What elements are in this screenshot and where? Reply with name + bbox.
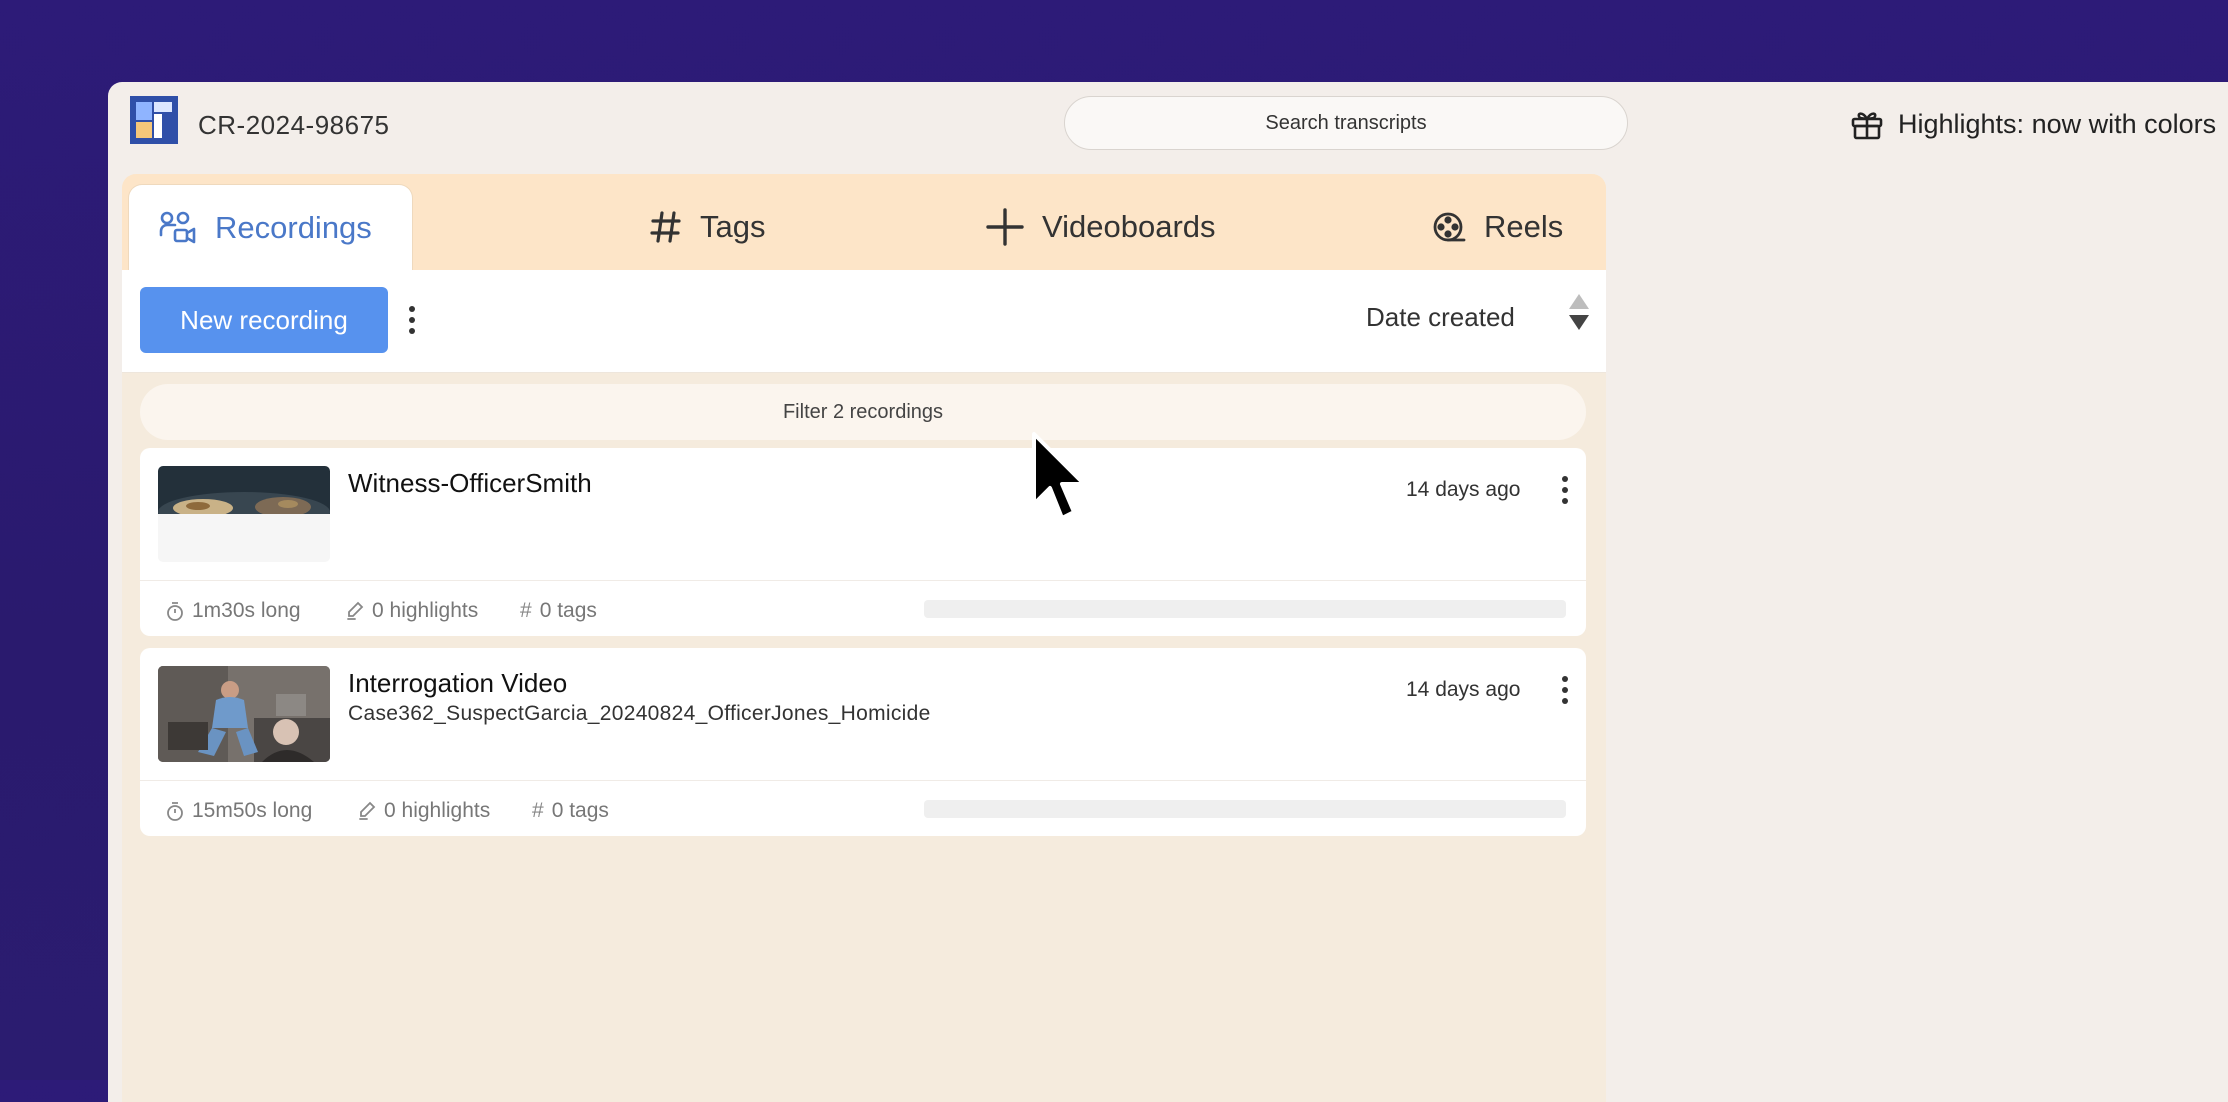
- stopwatch-icon: [167, 802, 183, 821]
- recording-subtitle: Case362_SuspectGarcia_20240824_OfficerJo…: [348, 702, 931, 725]
- project-name[interactable]: CR-2024-98675: [198, 110, 390, 141]
- tab-recordings[interactable]: Recordings: [128, 184, 413, 270]
- highlights-meta: 0 highlights: [346, 599, 478, 623]
- tab-reels[interactable]: Reels: [1432, 184, 1563, 270]
- tab-tags[interactable]: Tags: [650, 184, 765, 270]
- mouse-cursor-icon: [1032, 432, 1086, 520]
- app-logo-icon[interactable]: [130, 96, 178, 144]
- app-window: CR-2024-98675 Highlights: now with color…: [108, 82, 2228, 1102]
- hash-icon: [650, 211, 681, 243]
- film-reel-icon: [1433, 212, 1466, 242]
- recording-meta-row: 1m30s long 0 highlights # 0 tags: [140, 580, 1586, 636]
- filter-label: Filter 2 recordings: [782, 400, 944, 423]
- tab-recordings-label: Recordings: [215, 209, 372, 245]
- tab-tags-label: Tags: [700, 209, 766, 244]
- tab-videoboards-label: Videoboards: [1042, 209, 1216, 244]
- more-options-icon[interactable]: [409, 306, 415, 334]
- new-recording-button[interactable]: New recording: [140, 287, 388, 353]
- highlights-text: 0 highlights: [384, 799, 491, 822]
- tag-hash-icon: #: [520, 599, 532, 622]
- recording-date: 14 days ago: [1406, 678, 1521, 701]
- duration-text: 15m50s long: [192, 799, 313, 822]
- tags-meta: # 0 tags: [520, 599, 597, 623]
- filter-bar[interactable]: Filter 2 recordings: [140, 384, 1586, 440]
- highlights-meta: 0 highlights: [358, 799, 490, 823]
- plus-icon: [986, 208, 1024, 246]
- recording-card[interactable]: Interrogation Video Case362_SuspectGarci…: [140, 648, 1586, 836]
- recording-thumbnail[interactable]: [158, 666, 330, 762]
- tab-videoboards[interactable]: Videoboards: [986, 184, 1216, 270]
- recording-meta-row: 15m50s long 0 highlights # 0 tags: [140, 780, 1586, 836]
- recordings-panel: Recordings Tags Videoboards Reels New re…: [122, 174, 1606, 1102]
- highlighter-icon: [359, 801, 376, 820]
- recording-card[interactable]: Witness-OfficerSmith 14 days ago 1m30s l…: [140, 448, 1586, 636]
- duration-text: 1m30s long: [192, 599, 301, 622]
- duration-meta: 1m30s long: [166, 599, 301, 623]
- announcement-banner[interactable]: Highlights: now with colors: [1850, 102, 2216, 146]
- recording-title[interactable]: Witness-OfficerSmith: [348, 468, 592, 499]
- sort-arrows-icon[interactable]: [1566, 292, 1592, 332]
- recording-options-icon[interactable]: [1562, 676, 1568, 704]
- top-bar: CR-2024-98675 Highlights: now with color…: [108, 82, 2228, 170]
- highlighter-icon: [347, 601, 364, 620]
- tag-hash-icon: #: [532, 799, 544, 822]
- sort-label[interactable]: Date created: [1366, 302, 1515, 333]
- highlights-text: 0 highlights: [372, 599, 479, 622]
- recording-title[interactable]: Interrogation Video: [348, 668, 567, 699]
- tab-reels-label: Reels: [1484, 209, 1564, 244]
- progress-bar: [924, 600, 1566, 618]
- duration-meta: 15m50s long: [166, 799, 312, 823]
- tags-text: 0 tags: [551, 799, 609, 822]
- search-input[interactable]: [1064, 96, 1628, 150]
- recording-options-icon[interactable]: [1562, 476, 1568, 504]
- recording-date: 14 days ago: [1406, 478, 1521, 501]
- gift-icon: [1851, 112, 1883, 140]
- tab-bar: Recordings Tags Videoboards Reels: [122, 174, 1606, 270]
- toolbar: New recording Date created: [122, 270, 1606, 373]
- announcement-text: Highlights: now with colors: [1898, 108, 2217, 139]
- stopwatch-icon: [167, 602, 183, 621]
- tags-meta: # 0 tags: [532, 799, 609, 823]
- recording-thumbnail[interactable]: [158, 466, 330, 562]
- progress-bar: [924, 800, 1566, 818]
- tags-text: 0 tags: [539, 599, 597, 622]
- users-video-icon: [159, 211, 196, 243]
